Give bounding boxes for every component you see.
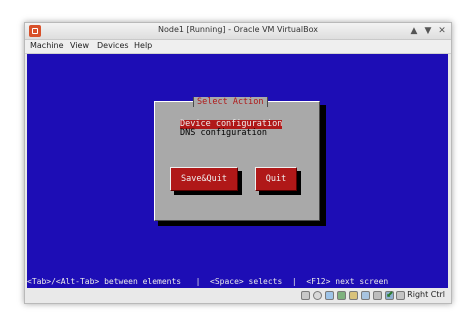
virtualbox-window: Node1 [Running] - Oracle VM VirtualBox ▲…	[24, 22, 452, 304]
close-icon[interactable]: ✕	[437, 26, 447, 36]
status-bar: ⬋ Right Ctrl	[25, 288, 451, 303]
host-key-label: Right Ctrl	[407, 290, 445, 299]
save-quit-button[interactable]: Save&Quit	[170, 167, 238, 191]
shared-folder-icon[interactable]	[349, 291, 358, 300]
option-dns-configuration[interactable]: DNS configuration	[180, 129, 267, 138]
vm-screen[interactable]: Select Action Device configuration DNS c…	[27, 54, 448, 288]
menu-view[interactable]: View	[70, 41, 89, 50]
menu-bar: Machine View Devices Help	[25, 40, 451, 54]
usb-icon[interactable]	[325, 291, 334, 300]
title-bar[interactable]: Node1 [Running] - Oracle VM VirtualBox ▲…	[25, 23, 451, 40]
video-capture-icon[interactable]	[373, 291, 382, 300]
menu-devices[interactable]: Devices	[97, 41, 129, 50]
menu-help[interactable]: Help	[134, 41, 152, 50]
display-icon[interactable]	[361, 291, 370, 300]
maximize-icon[interactable]: ▼	[423, 26, 433, 36]
dialog-title: Select Action	[193, 97, 268, 107]
minimize-icon[interactable]: ▲	[409, 26, 419, 36]
optical-drive-icon[interactable]	[313, 291, 322, 300]
help-bar: <Tab>/<Alt-Tab> between elements | <Spac…	[27, 277, 389, 286]
mouse-integration-icon[interactable]: ⬋	[386, 290, 394, 300]
hard-disk-icon[interactable]	[301, 291, 310, 300]
menu-machine[interactable]: Machine	[30, 41, 64, 50]
quit-button[interactable]: Quit	[255, 167, 297, 191]
keyboard-icon[interactable]	[396, 291, 405, 300]
network-icon[interactable]	[337, 291, 346, 300]
window-title: Node1 [Running] - Oracle VM VirtualBox	[157, 25, 318, 34]
select-action-dialog: Select Action Device configuration DNS c…	[154, 97, 320, 221]
